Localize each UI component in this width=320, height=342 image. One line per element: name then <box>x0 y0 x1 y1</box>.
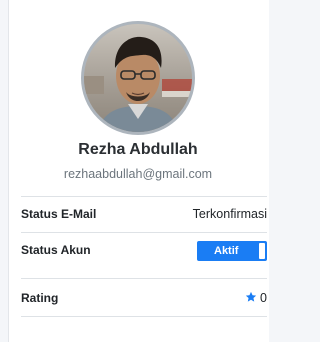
rating-value: 0 <box>260 291 267 305</box>
rating-row: Rating 0 <box>21 278 267 316</box>
account-status-row: Status Akun Aktif <box>21 232 267 268</box>
email-status-value: Terkonfirmasi <box>192 207 267 221</box>
email-status-label: Status E-Mail <box>21 207 97 221</box>
rating-value-wrap: 0 <box>245 279 267 318</box>
profile-card: Rezha Abdullah rezhaabdullah@gmail.com S… <box>8 0 269 342</box>
profile-email: rezhaabdullah@gmail.com <box>63 167 213 181</box>
account-status-label: Status Akun <box>21 243 91 257</box>
email-status-row: Status E-Mail Terkonfirmasi <box>21 196 267 232</box>
bottom-divider <box>21 316 267 317</box>
star-icon <box>245 280 257 318</box>
toggle-knob <box>259 243 265 259</box>
avatar <box>81 21 195 135</box>
avatar-photo <box>84 24 192 132</box>
account-status-toggle[interactable]: Aktif <box>197 241 267 261</box>
rating-label: Rating <box>21 291 59 305</box>
profile-name: Rezha Abdullah <box>78 141 198 158</box>
account-status-value: Aktif <box>214 245 239 257</box>
